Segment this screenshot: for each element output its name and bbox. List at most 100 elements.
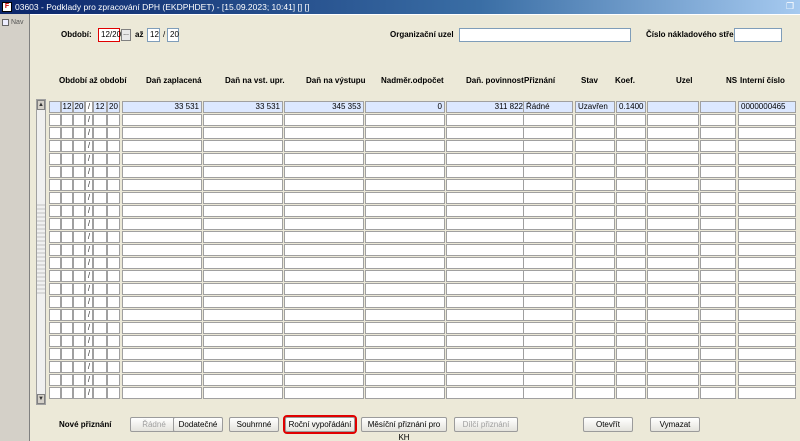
cell-koef[interactable] xyxy=(616,192,646,204)
cell-from-year[interactable]: 20 xyxy=(73,101,85,113)
cell-dan-vystupu[interactable] xyxy=(284,296,364,308)
cell-interni-cislo[interactable] xyxy=(738,374,796,386)
cell-separator[interactable]: / xyxy=(85,244,93,256)
cell-stav[interactable] xyxy=(575,231,615,243)
cell-dan-vystupu[interactable] xyxy=(284,322,364,334)
cell-to-month[interactable] xyxy=(93,231,107,243)
cell-uzel[interactable] xyxy=(647,322,699,334)
cell-dan-vst-upr[interactable] xyxy=(203,283,283,295)
cell-koef[interactable] xyxy=(616,205,646,217)
cell-from-month[interactable] xyxy=(61,205,73,217)
table-row[interactable]: / xyxy=(35,140,800,153)
cell-dan-vst-upr[interactable] xyxy=(203,270,283,282)
cell-to-month[interactable]: 12 xyxy=(93,101,107,113)
cell-dan-vystupu[interactable] xyxy=(284,283,364,295)
cell-stav[interactable] xyxy=(575,296,615,308)
cell-dan-vst-upr[interactable] xyxy=(203,257,283,269)
cell-from-month[interactable] xyxy=(61,244,73,256)
cell-ns[interactable] xyxy=(700,179,736,191)
cell-to-year[interactable] xyxy=(107,374,120,386)
cell-dan-povinnost[interactable] xyxy=(446,127,526,139)
cell-from-month[interactable] xyxy=(61,348,73,360)
cell-from-month[interactable] xyxy=(61,270,73,282)
cell-from-month[interactable] xyxy=(61,387,73,399)
cell-stav[interactable] xyxy=(575,114,615,126)
cell-uzel[interactable] xyxy=(647,283,699,295)
cell-dan-zaplacena[interactable]: 33 531 xyxy=(122,101,202,113)
cell-dan-vst-upr[interactable] xyxy=(203,218,283,230)
cell-from-month[interactable] xyxy=(61,309,73,321)
cell-dan-zaplacena[interactable] xyxy=(122,374,202,386)
cell-dan-vst-upr[interactable] xyxy=(203,348,283,360)
cell-dan-povinnost[interactable] xyxy=(446,335,526,347)
cell-nadmer-odpocet[interactable] xyxy=(365,166,445,178)
cell-interni-cislo[interactable] xyxy=(738,270,796,282)
cell-from-year[interactable] xyxy=(73,296,85,308)
vymazat-button[interactable]: Vymazat xyxy=(650,417,700,432)
cell-dan-vst-upr[interactable] xyxy=(203,296,283,308)
org-uzel-field[interactable] xyxy=(459,28,631,42)
cell-to-year[interactable] xyxy=(107,361,120,373)
cell-to-month[interactable] xyxy=(93,244,107,256)
cell-ns[interactable] xyxy=(700,205,736,217)
cell-stav[interactable] xyxy=(575,179,615,191)
cell-to-year[interactable] xyxy=(107,348,120,360)
cell-nadmer-odpocet[interactable] xyxy=(365,309,445,321)
cell-nadmer-odpocet[interactable]: 0 xyxy=(365,101,445,113)
cell-dan-vst-upr[interactable] xyxy=(203,166,283,178)
cell-priznani[interactable] xyxy=(523,140,573,152)
cell-uzel[interactable] xyxy=(647,374,699,386)
table-row[interactable]: / xyxy=(35,335,800,348)
cell-uzel[interactable] xyxy=(647,257,699,269)
cell-to-month[interactable] xyxy=(93,179,107,191)
cell-dan-vst-upr[interactable] xyxy=(203,322,283,334)
cell-priznani[interactable] xyxy=(523,244,573,256)
cell-separator[interactable]: / xyxy=(85,361,93,373)
cell-to-year[interactable] xyxy=(107,244,120,256)
cell-select[interactable] xyxy=(49,257,61,269)
souhrnne-button[interactable]: Souhrnné xyxy=(229,417,279,432)
cell-to-month[interactable] xyxy=(93,192,107,204)
cell-select[interactable] xyxy=(49,309,61,321)
table-row[interactable]: / xyxy=(35,192,800,205)
cell-to-month[interactable] xyxy=(93,114,107,126)
cell-dan-zaplacena[interactable] xyxy=(122,140,202,152)
cell-uzel[interactable] xyxy=(647,166,699,178)
cell-stav[interactable] xyxy=(575,270,615,282)
cell-dan-zaplacena[interactable] xyxy=(122,153,202,165)
cell-koef[interactable] xyxy=(616,153,646,165)
cell-separator[interactable]: / xyxy=(85,270,93,282)
cell-dan-vystupu[interactable] xyxy=(284,231,364,243)
cell-select[interactable] xyxy=(49,322,61,334)
table-row[interactable]: / xyxy=(35,309,800,322)
cell-interni-cislo[interactable] xyxy=(738,140,796,152)
cell-dan-vst-upr[interactable] xyxy=(203,231,283,243)
cell-from-year[interactable] xyxy=(73,387,85,399)
table-row[interactable]: / xyxy=(35,244,800,257)
mesicni-priznani-kh-button[interactable]: Měsíční přiznání pro KH xyxy=(361,417,447,441)
cell-dan-povinnost[interactable] xyxy=(446,374,526,386)
cell-ns[interactable] xyxy=(700,127,736,139)
cell-dan-vystupu[interactable] xyxy=(284,348,364,360)
cell-priznani[interactable] xyxy=(523,361,573,373)
table-row[interactable]: / xyxy=(35,283,800,296)
cell-koef[interactable] xyxy=(616,348,646,360)
cell-to-month[interactable] xyxy=(93,205,107,217)
cell-from-year[interactable] xyxy=(73,244,85,256)
cell-stav[interactable] xyxy=(575,244,615,256)
cell-select[interactable] xyxy=(49,270,61,282)
cell-ns[interactable] xyxy=(700,283,736,295)
cell-dan-povinnost[interactable] xyxy=(446,166,526,178)
cell-nadmer-odpocet[interactable] xyxy=(365,140,445,152)
cell-interni-cislo[interactable] xyxy=(738,335,796,347)
cell-nadmer-odpocet[interactable] xyxy=(365,231,445,243)
cell-from-month[interactable] xyxy=(61,179,73,191)
cell-dan-vst-upr[interactable] xyxy=(203,153,283,165)
cell-to-month[interactable] xyxy=(93,218,107,230)
table-row[interactable]: / xyxy=(35,179,800,192)
cell-koef[interactable] xyxy=(616,257,646,269)
cell-ns[interactable] xyxy=(700,166,736,178)
cell-ns[interactable] xyxy=(700,335,736,347)
cell-uzel[interactable] xyxy=(647,309,699,321)
table-row[interactable]: 12 20/12 20 33 531 33 531 345 353 0 311 822 Řádn… xyxy=(35,101,800,114)
